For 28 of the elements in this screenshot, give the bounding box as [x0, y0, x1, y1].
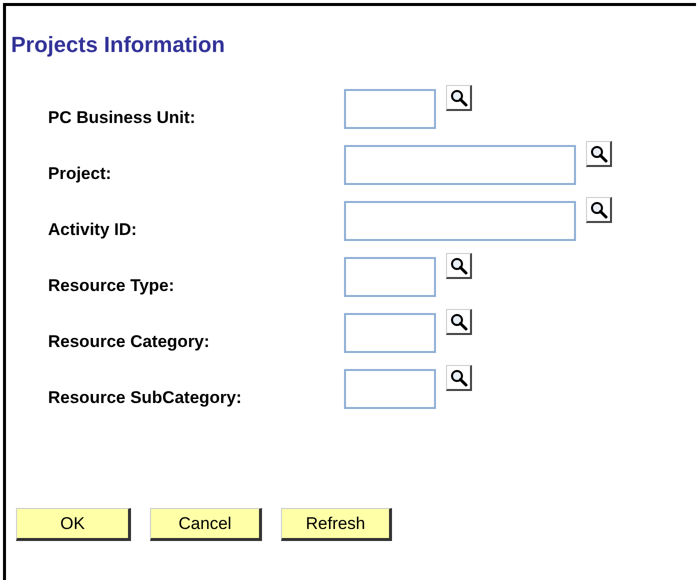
search-icon — [450, 88, 468, 106]
input-field[interactable] — [344, 201, 576, 241]
search-icon — [450, 312, 468, 330]
field-label: Resource Type: — [47, 275, 176, 298]
search-button[interactable] — [446, 309, 472, 335]
field-label: Project: — [47, 163, 112, 186]
search-button[interactable] — [446, 365, 472, 391]
search-icon — [450, 368, 468, 386]
action-button[interactable]: Cancel — [150, 508, 262, 541]
search-button[interactable] — [586, 197, 612, 223]
page-title: Projects Information — [11, 31, 225, 59]
search-button[interactable] — [446, 85, 472, 111]
input-field[interactable] — [344, 89, 436, 129]
search-icon — [450, 256, 468, 274]
input-field[interactable] — [344, 257, 436, 297]
field-label: PC Business Unit: — [47, 107, 196, 130]
search-icon — [590, 200, 608, 218]
field-label: Resource SubCategory: — [47, 387, 243, 410]
search-button[interactable] — [446, 253, 472, 279]
search-icon — [590, 144, 608, 162]
action-button[interactable]: Refresh — [281, 508, 392, 541]
input-field[interactable] — [344, 145, 576, 185]
search-button[interactable] — [586, 141, 612, 167]
input-field[interactable] — [344, 313, 436, 353]
action-button[interactable]: OK — [16, 508, 131, 541]
field-label: Resource Category: — [47, 331, 211, 354]
field-label: Activity ID: — [47, 219, 138, 242]
input-field[interactable] — [344, 369, 436, 409]
